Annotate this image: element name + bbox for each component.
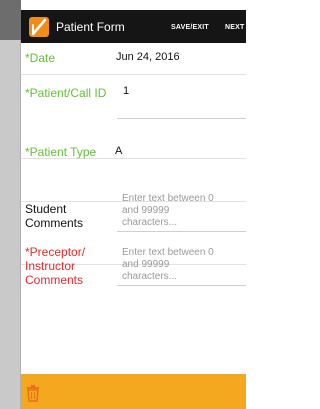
next-button[interactable]: NEXT xyxy=(225,23,244,32)
student-comments-placeholder-line3[interactable]: characters... xyxy=(122,217,242,229)
patient-call-id-value[interactable]: 1 xyxy=(123,85,129,98)
patient-call-id-underline xyxy=(117,118,246,119)
preceptor-comments-label-line2: Instructor xyxy=(25,259,76,273)
patient-type-label: *Patient Type xyxy=(25,145,97,159)
app-title: Patient Form xyxy=(56,20,125,34)
student-comments-placeholder-line2[interactable]: and 99999 xyxy=(122,205,242,217)
patient-form-screen: Patient Form SAVE/EXIT NEXT *Date Jun 24… xyxy=(21,0,246,409)
preceptor-comments-field[interactable]: *Preceptor/ Instructor Comments Enter te… xyxy=(21,245,246,317)
date-label: *Date xyxy=(25,51,56,65)
student-comments-underline xyxy=(117,231,246,232)
bottom-action-bar xyxy=(21,374,246,409)
patient-call-id-field[interactable]: *Patient/Call ID 1 xyxy=(21,75,246,118)
patient-form: *Date Jun 24, 2016 *Patient/Call ID 1 *P… xyxy=(21,43,246,317)
trash-icon[interactable] xyxy=(26,385,40,407)
preceptor-comments-placeholder-line3[interactable]: characters... xyxy=(122,271,242,283)
background-window-bar xyxy=(0,0,21,40)
preceptor-comments-label-line1: *Preceptor/ xyxy=(25,245,86,259)
preceptor-comments-underline xyxy=(117,285,246,286)
app-bar: Patient Form SAVE/EXIT NEXT xyxy=(21,10,246,43)
date-value[interactable]: Jun 24, 2016 xyxy=(116,51,180,64)
app-logo-icon xyxy=(29,17,49,37)
background-window xyxy=(0,0,21,409)
patient-call-id-label: *Patient/Call ID xyxy=(25,86,107,100)
student-comments-placeholder-line1[interactable]: Enter text between 0 xyxy=(122,193,242,205)
patient-type-value[interactable]: A xyxy=(115,145,122,158)
student-comments-label-line1: Student xyxy=(25,202,67,216)
student-comments-label-line2: Comments xyxy=(25,216,84,230)
preceptor-comments-label-line3: Comments xyxy=(25,273,84,287)
preceptor-comments-placeholder-line1[interactable]: Enter text between 0 xyxy=(122,247,242,259)
date-field[interactable]: *Date Jun 24, 2016 xyxy=(21,43,246,75)
preceptor-comments-placeholder-line2[interactable]: and 99999 xyxy=(122,259,242,271)
save-exit-button[interactable]: SAVE/EXIT xyxy=(171,23,209,32)
